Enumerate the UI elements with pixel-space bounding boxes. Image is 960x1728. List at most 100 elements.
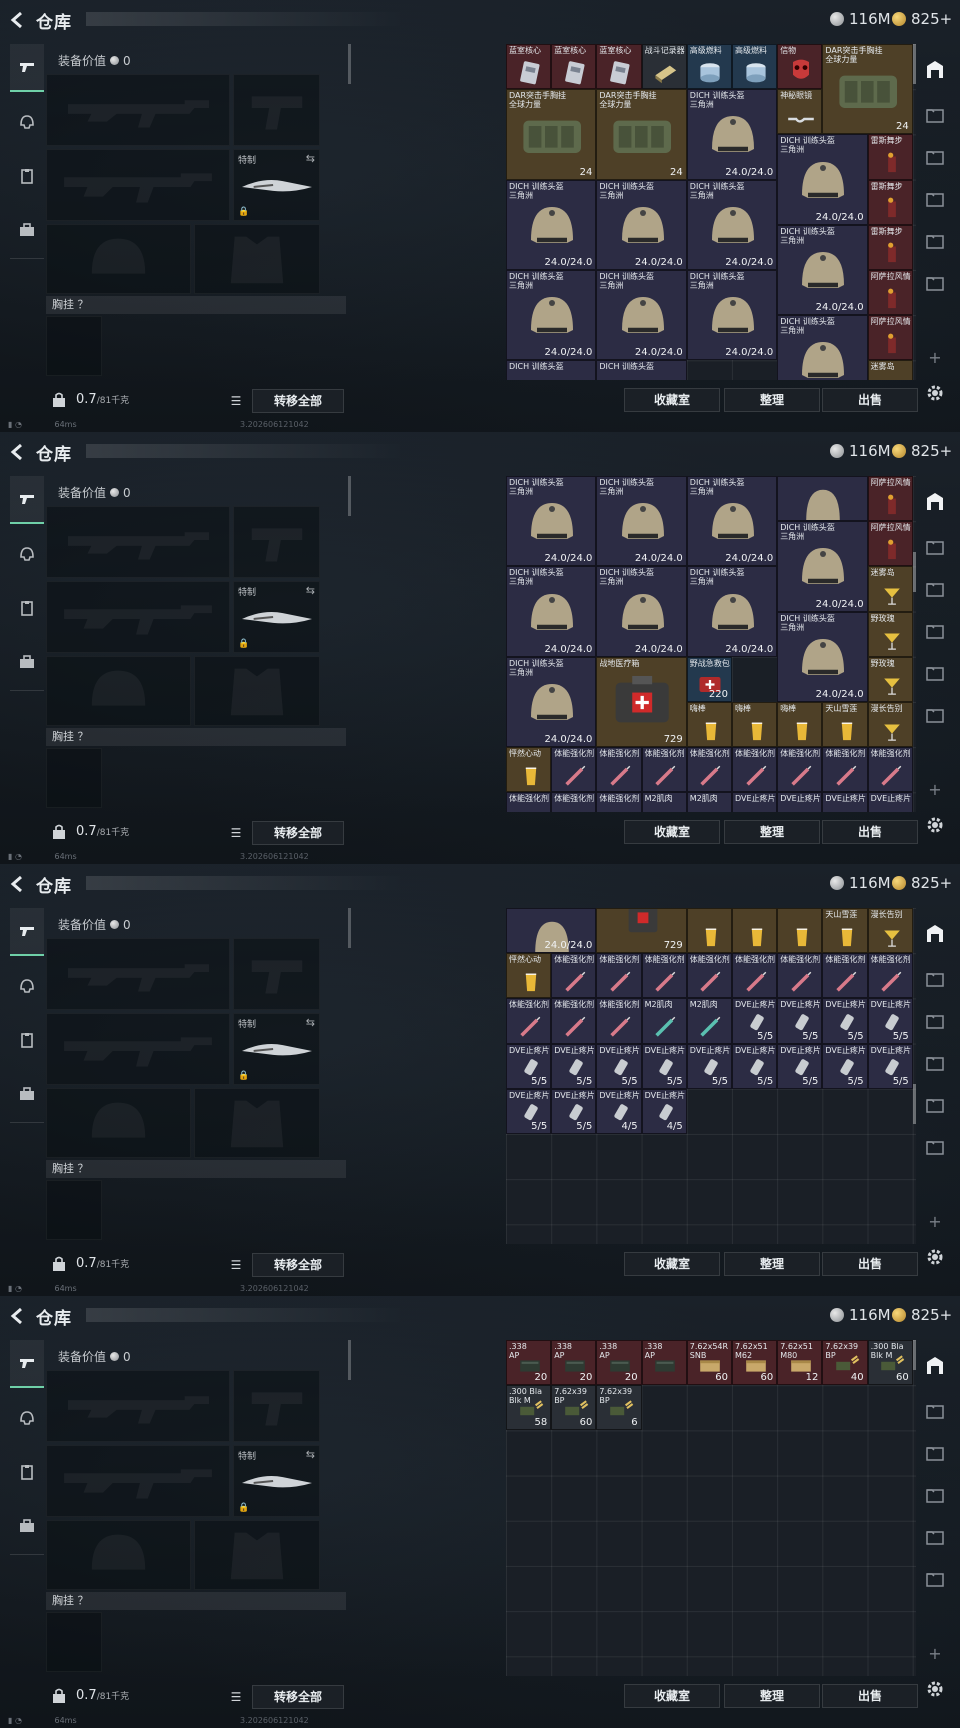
tab-page-5[interactable] — [920, 1564, 950, 1594]
primary-weapon-slot[interactable] — [46, 1370, 230, 1442]
grid-scrollbar[interactable] — [913, 552, 916, 592]
inventory-item[interactable]: DICH 训练头盔 三角洲 24.0/24.0 — [506, 270, 597, 361]
inventory-item[interactable]: 野玫瑰 — [867, 656, 913, 702]
tab-page-5[interactable] — [920, 700, 950, 730]
tab-page-3[interactable] — [920, 616, 950, 646]
helmet-slot[interactable] — [46, 224, 191, 294]
tab-containers[interactable] — [10, 1502, 44, 1550]
inventory-item[interactable]: 体能强化剂 — [596, 998, 642, 1044]
inventory-item[interactable]: 7.62x54R SNB 60 — [686, 1340, 732, 1386]
list-view-icon[interactable]: ☰ — [224, 390, 248, 412]
tab-containers[interactable] — [10, 1070, 44, 1118]
inventory-item[interactable]: 阿萨拉风情 — [867, 315, 913, 361]
inventory-item[interactable]: 体能强化剂 — [596, 792, 642, 812]
inventory-item[interactable]: 体能强化剂 — [551, 998, 597, 1044]
grid-scrollbar[interactable] — [913, 1084, 916, 1124]
inventory-item[interactable]: DVE止疼片 5/5 — [641, 1043, 687, 1089]
inventory-item[interactable]: 怦然心动 — [506, 747, 552, 793]
inventory-item[interactable]: 体能强化剂 — [867, 747, 913, 793]
warehouse-grid[interactable]: 蓝室核心 蓝室核心 蓝室核心 战斗记录器 高级燃料 高级燃料 信物 DAR突击手胸挂 全球力量… — [506, 44, 916, 380]
sort-button[interactable]: 整理 — [724, 1684, 820, 1708]
tab-page-2[interactable] — [920, 142, 950, 172]
tab-page-1[interactable] — [920, 1396, 950, 1426]
chest-rig-header[interactable]: 胸挂 ？ — [46, 1592, 346, 1610]
equipment-scrollbar[interactable] — [348, 1340, 351, 1380]
inventory-item[interactable]: 阿萨拉风情 — [867, 270, 913, 316]
inventory-item[interactable]: DAR突击手胸挂 全球力量 24 — [596, 89, 687, 180]
inventory-item[interactable]: 雷斯舞步 — [867, 179, 913, 225]
inventory-item[interactable]: DICH 训练头盔 三角洲 24.0/24.0 — [686, 566, 778, 657]
inventory-item[interactable] — [777, 908, 823, 954]
inventory-item[interactable]: 蓝室核心 — [506, 44, 552, 90]
inventory-item[interactable]: 24.0/24.0 — [506, 908, 597, 954]
equipment-scrollbar[interactable] — [348, 44, 351, 84]
sell-button[interactable]: 出售 — [822, 1252, 918, 1276]
inventory-item[interactable]: 体能强化剂 — [686, 747, 732, 793]
inventory-item[interactable]: .338 AP — [641, 1340, 687, 1386]
chest-rig-slot[interactable] — [46, 1612, 102, 1672]
inventory-item[interactable]: 阿萨拉风情 — [867, 476, 913, 522]
inventory-item[interactable]: 7.62x39 BP 60 — [551, 1385, 597, 1431]
inventory-item[interactable] — [777, 476, 868, 522]
tab-page-4[interactable] — [920, 658, 950, 688]
inventory-item[interactable]: 信物 — [777, 44, 823, 90]
inventory-item[interactable]: DVE止疼片 — [867, 792, 913, 812]
warehouse-grid[interactable]: DICH 训练头盔 三角洲 24.0/24.0 DICH 训练头盔 三角洲 24.0/… — [506, 476, 916, 812]
inventory-item[interactable]: DVE止疼片 5/5 — [777, 1043, 823, 1089]
inventory-item[interactable]: 体能强化剂 — [506, 998, 552, 1044]
tab-all-items[interactable] — [920, 918, 950, 948]
inventory-item[interactable]: 高级燃料 — [732, 44, 778, 90]
grid-scrollbar[interactable] — [913, 44, 916, 84]
warehouse-grid[interactable]: .338 AP 20 .338 AP 20 .338 AP 20 .338 AP 7.62x5… — [506, 1340, 916, 1676]
inventory-item[interactable]: DVE止疼片 5/5 — [822, 998, 868, 1044]
inventory-item[interactable]: DVE止疼片 5/5 — [867, 1043, 913, 1089]
inventory-item[interactable]: DVE止疼片 5/5 — [732, 1043, 778, 1089]
melee-slot[interactable]: 特制 ⇆ 🔒 — [233, 581, 320, 653]
inventory-item[interactable]: M2肌肉 — [686, 998, 732, 1044]
inventory-item[interactable]: DVE止疼片 5/5 — [867, 998, 913, 1044]
inventory-item[interactable]: DICH 训练头盔 — [506, 360, 597, 380]
tab-consumables[interactable] — [10, 152, 44, 200]
tab-page-2[interactable] — [920, 1006, 950, 1036]
inventory-item[interactable]: DVE止疼片 — [732, 792, 778, 812]
inventory-item[interactable]: DICH 训练头盔 三角洲 24.0/24.0 — [506, 476, 597, 567]
inventory-item[interactable]: DICH 训练头盔 三角洲 24.0/24.0 — [686, 476, 778, 567]
tab-armor[interactable] — [10, 1394, 44, 1442]
secondary-weapon-slot[interactable] — [46, 581, 230, 653]
settings-gear-icon[interactable] — [924, 382, 946, 404]
settings-gear-icon[interactable] — [924, 1246, 946, 1268]
list-view-icon[interactable]: ☰ — [224, 1686, 248, 1708]
inventory-item[interactable]: 体能强化剂 — [551, 953, 597, 999]
inventory-item[interactable]: DVE止疼片 — [777, 792, 823, 812]
primary-weapon-slot[interactable] — [46, 506, 230, 578]
tab-weapons[interactable] — [10, 1340, 44, 1388]
tab-page-1[interactable] — [920, 964, 950, 994]
inventory-item[interactable]: M2肌肉 — [686, 792, 732, 812]
tab-all-items[interactable] — [920, 486, 950, 516]
inventory-item[interactable]: 体能强化剂 — [596, 747, 642, 793]
inventory-item[interactable]: 阿萨拉风情 — [867, 521, 913, 567]
inventory-item[interactable]: DICH 训练头盔 三角洲 24.0/24.0 — [506, 566, 597, 657]
gold-currency[interactable]: 825+ — [892, 874, 952, 892]
tab-page-5[interactable] — [920, 268, 950, 298]
inventory-item[interactable]: 雷斯舞步 — [867, 134, 913, 180]
inventory-item[interactable]: 体能强化剂 — [506, 792, 552, 812]
inventory-item[interactable]: DVE止疼片 4/5 — [641, 1088, 687, 1134]
inventory-item[interactable]: .300 Bla Blk M 58 — [506, 1385, 552, 1431]
tab-armor[interactable] — [10, 98, 44, 146]
primary-weapon-slot[interactable] — [46, 74, 230, 146]
body-armor-slot[interactable] — [194, 656, 320, 726]
inventory-item[interactable]: 天山雪莲 — [822, 702, 868, 748]
tab-page-1[interactable] — [920, 100, 950, 130]
inventory-item[interactable]: DICH 训练头盔 三角洲 24.0/24.0 — [686, 89, 778, 180]
inventory-item[interactable]: DICH 训练头盔 三角洲 24.0/24.0 — [506, 656, 597, 748]
inventory-item[interactable]: 蓝室核心 — [596, 44, 642, 90]
tab-weapons[interactable] — [10, 476, 44, 524]
inventory-item[interactable]: 野玫瑰 — [867, 611, 913, 657]
inventory-item[interactable]: DICH 训练头盔 三角洲 24.0/24.0 — [777, 224, 868, 316]
inventory-item[interactable]: DVE止疼片 4/5 — [596, 1088, 642, 1134]
tab-weapons[interactable] — [10, 44, 44, 92]
inventory-item[interactable]: DICH 训练头盔 三角洲 24.0/24.0 — [777, 134, 868, 225]
transfer-all-button[interactable]: 转移全部 — [252, 821, 344, 845]
inventory-item[interactable]: 7.62x51 M80 12 — [777, 1340, 823, 1386]
